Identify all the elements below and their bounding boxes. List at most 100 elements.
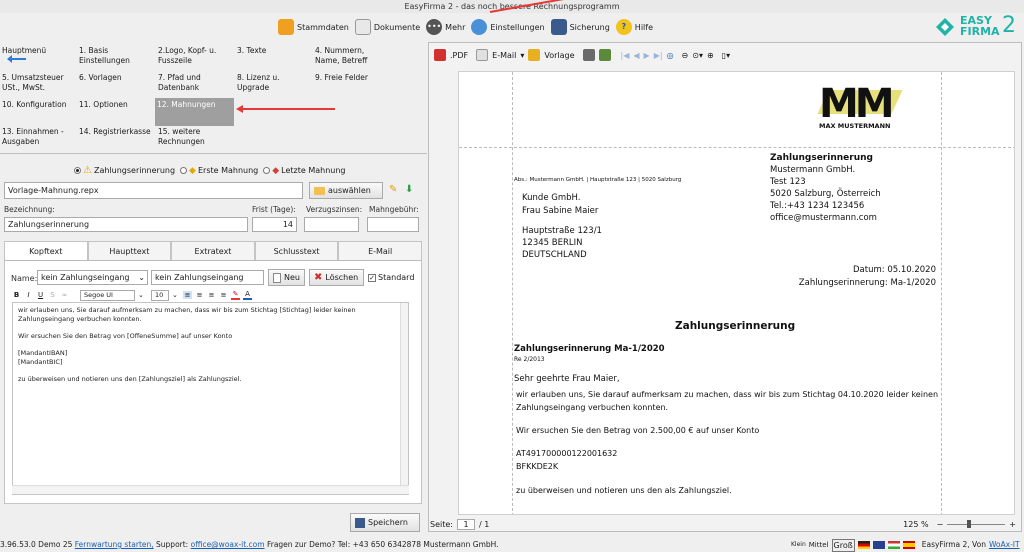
template-file-input[interactable]: Vorlage-Mahnung.repx (4, 182, 303, 199)
next-page-icon[interactable]: ▶ (644, 51, 650, 60)
pdf-label[interactable]: .PDF (450, 51, 468, 60)
flag-de-icon[interactable] (857, 541, 870, 549)
nav-item-10[interactable]: 10. Konfiguration (0, 98, 76, 124)
nav-item-11[interactable]: 11. Optionen (77, 98, 155, 124)
frist-field[interactable]: 14 (252, 217, 297, 232)
tab-email[interactable]: E-Mail (338, 241, 422, 260)
chevron-down-icon[interactable]: ⌄ (138, 291, 148, 299)
nav-item-15[interactable]: 15. weitere Rechnungen (156, 125, 234, 151)
flag-gb-icon[interactable] (872, 541, 885, 549)
nav-item-2[interactable]: 2.Logo, Kopf- u. Fusszeile (156, 44, 234, 70)
text-editor[interactable]: wir erlauben uns, Sie darauf aufmerksam … (12, 302, 409, 495)
gebuehr-field[interactable] (367, 217, 419, 232)
standard-checkbox[interactable]: ✓ Standard (368, 273, 414, 282)
back-arrow-icon[interactable] (7, 55, 26, 63)
zoom-slider[interactable] (947, 520, 1006, 528)
font-select[interactable]: Segoe UI (80, 289, 135, 301)
size-large[interactable]: Groß (831, 538, 855, 552)
highlight-icon[interactable]: ✎ (231, 290, 240, 300)
vorlage-label[interactable]: Vorlage (544, 51, 574, 60)
underline-icon[interactable]: U (36, 291, 45, 299)
nav-item-5[interactable]: 5. Umsatzsteuer USt., MwSt. (0, 71, 76, 97)
format-toolbar: B I U S ∞ Segoe UI ⌄ 10 ⌄ ≡ ≡ ≡ ≡ ✎ A (12, 289, 410, 301)
nav-item-12[interactable]: 12. Mahnungen (155, 98, 234, 126)
nav-item-8[interactable]: 8. Lizenz u. Upgrade (235, 71, 313, 97)
nav-item-4[interactable]: 4. Nummern, Name, Betreff (313, 44, 391, 70)
flag-hu-icon[interactable] (887, 541, 900, 549)
tab-haupttext[interactable]: Haupttext (87, 241, 172, 260)
page-setup-icon[interactable]: ▯▾ (722, 51, 730, 60)
toolbar-sicherung[interactable]: Sicherung (550, 19, 610, 35)
page-number-input[interactable]: 1 (456, 519, 475, 530)
flag-es-icon[interactable] (902, 541, 915, 549)
link-icon[interactable]: ∞ (60, 291, 69, 299)
edit-pencil-icon[interactable]: ✎ (389, 184, 397, 195)
strike-icon[interactable]: S (48, 291, 57, 299)
zoom-out-icon[interactable]: ⊖ (682, 51, 689, 60)
editor-paragraph: zu überweisen und notieren uns den [Zahl… (18, 375, 242, 383)
radio-erste-mahnung[interactable] (180, 167, 188, 174)
download-icon[interactable]: ⬇ (405, 184, 413, 195)
zoom-icon[interactable]: ⊙▾ (692, 51, 703, 60)
email-label[interactable]: E-Mail (492, 51, 516, 60)
toolbar-hilfe[interactable]: ? Hilfe (615, 19, 653, 35)
pdf-icon[interactable] (434, 49, 446, 61)
vendor-link[interactable]: WoAx-IT (989, 538, 1020, 552)
size-select[interactable]: 10 (151, 289, 169, 301)
zoom-plus-icon[interactable]: + (1009, 520, 1016, 529)
choose-template-button[interactable]: auswählen (309, 182, 383, 199)
zoom-minus-icon[interactable]: − (937, 520, 944, 529)
nav-item-1[interactable]: 1. Basis Einstellungen (77, 44, 155, 70)
toolbar-mehr[interactable]: ••• Mehr (426, 19, 465, 35)
name-field[interactable]: Zahlungserinnerung (4, 217, 248, 232)
tab-schlusstext[interactable]: Schlusstext (254, 241, 339, 260)
first-page-icon[interactable]: |◀ (621, 51, 630, 60)
size-medium[interactable]: Mittel (809, 538, 829, 552)
align-right-icon[interactable]: ≡ (207, 291, 216, 299)
support-email-link[interactable]: office@woax-it.com (191, 540, 265, 549)
save-button[interactable]: Speichern (350, 513, 420, 532)
delete-textblock-button[interactable]: ✖ Löschen (309, 269, 364, 286)
chevron-down-icon[interactable]: ⌄ (172, 291, 180, 299)
toolbar-dokumente[interactable]: Dokumente (354, 19, 421, 35)
pencil-icon[interactable] (528, 49, 541, 61)
tab-extratext[interactable]: Extratext (171, 241, 255, 260)
align-left-icon[interactable]: ≡ (183, 291, 192, 299)
nav-item-14[interactable]: 14. Registrierkasse (77, 125, 155, 151)
size-small[interactable]: Klein (791, 538, 806, 552)
editor-scrollbar-vertical[interactable] (400, 303, 408, 494)
editor-scrollbar-horizontal[interactable] (12, 485, 409, 494)
toolbar-label: Mehr (445, 22, 466, 32)
last-page-icon[interactable]: ▶| (654, 51, 663, 60)
zoom-in-icon[interactable]: ⊕ (707, 51, 714, 60)
nav-item-9[interactable]: 9. Freie Felder (313, 71, 391, 97)
printer-icon[interactable] (582, 49, 595, 61)
margin-guide (941, 72, 942, 514)
radio-letzte-mahnung[interactable] (263, 167, 271, 174)
justify-icon[interactable]: ≡ (219, 291, 228, 299)
nav-item-3[interactable]: 3. Texte (235, 44, 313, 70)
tab-kopftext[interactable]: Kopftext (4, 241, 88, 260)
quick-print-icon[interactable] (598, 49, 611, 61)
remote-support-link[interactable]: Fernwartung starten, (75, 540, 154, 549)
italic-icon[interactable]: I (24, 291, 33, 299)
nav-item-6[interactable]: 6. Vorlagen (77, 71, 155, 97)
email-icon[interactable] (476, 49, 489, 61)
navigate-icon[interactable]: ◎ (667, 51, 674, 60)
align-center-icon[interactable]: ≡ (195, 291, 204, 299)
toolbar-label: Dokumente (373, 22, 421, 32)
radio-zahlungserinnerung[interactable] (74, 167, 81, 174)
toolbar-stammdaten[interactable]: Stammdaten (278, 19, 349, 35)
new-textblock-button[interactable]: Neu (268, 269, 305, 286)
bold-icon[interactable]: B (12, 291, 21, 299)
nav-item-13[interactable]: 13. Einnahmen - Ausgaben (0, 125, 76, 151)
chevron-down-icon[interactable]: ▾ (520, 51, 524, 60)
textblock-select[interactable]: kein Zahlungseingang ⌄ (37, 270, 148, 285)
prev-page-icon[interactable]: ◀ (633, 51, 639, 60)
nav-item-7[interactable]: 7. Pfad und Datenbank (156, 71, 234, 97)
bell-icon: ◆ (189, 165, 196, 176)
toolbar-einstellungen[interactable]: Einstellungen (471, 19, 545, 35)
zinsen-field[interactable] (304, 217, 359, 232)
font-color-icon[interactable]: A (243, 290, 252, 300)
textblock-name-field[interactable]: kein Zahlungseingang (151, 270, 264, 285)
